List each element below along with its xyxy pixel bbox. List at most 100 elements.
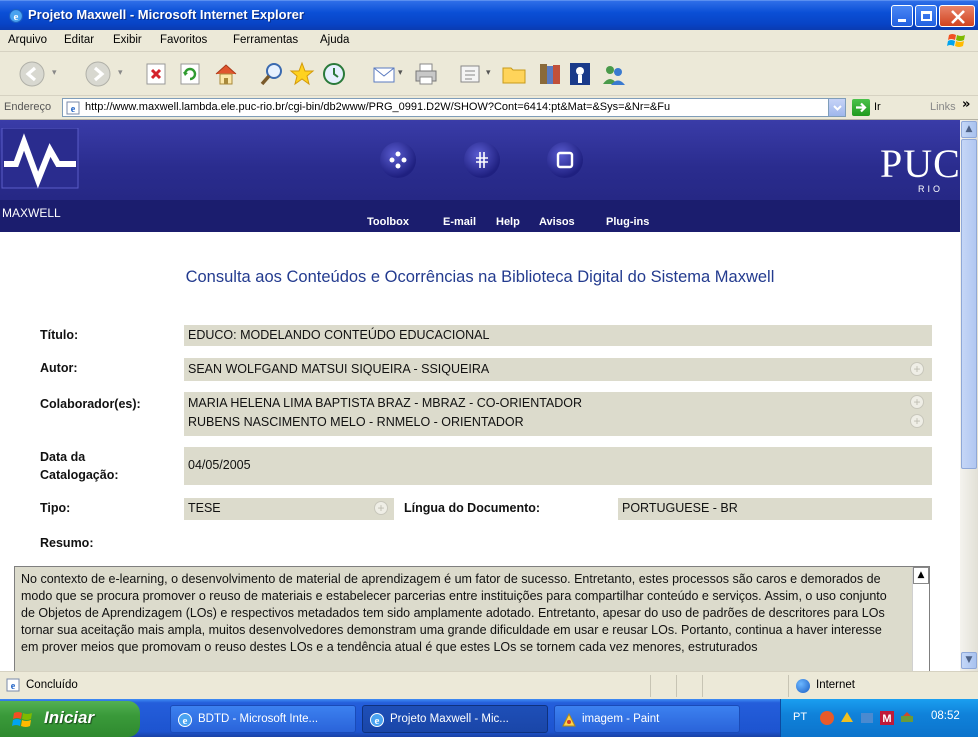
scroll-down-arrow-icon[interactable]: ▼ (961, 652, 977, 669)
links-label[interactable]: Links (930, 101, 956, 113)
folder-icon[interactable] (500, 60, 528, 88)
clock[interactable]: 08:52 (931, 710, 960, 722)
contacts-icon[interactable] (600, 60, 628, 88)
go-label[interactable]: Ir (874, 101, 881, 113)
home-icon[interactable] (212, 60, 240, 88)
colaborador-value-box: MARIA HELENA LIMA BAPTISTA BRAZ - MBRAZ … (184, 392, 932, 436)
messenger-tray-icon[interactable]: M (879, 710, 895, 726)
plus-icon[interactable]: + (910, 395, 924, 409)
search-icon[interactable] (258, 60, 286, 88)
forward-dropdown-icon[interactable]: ▾ (118, 68, 123, 78)
edit-icon[interactable] (456, 60, 484, 88)
go-button[interactable] (852, 99, 870, 116)
menu-arquivo[interactable]: Arquivo (8, 34, 47, 46)
back-dropdown-icon[interactable]: ▾ (52, 68, 57, 78)
nav-plugins[interactable]: Plug-ins (606, 216, 649, 228)
start-button[interactable]: Iniciar (0, 701, 140, 737)
svg-text:e: e (183, 715, 188, 727)
colaborador-value-2[interactable]: RUBENS NASCIMENTO MELO - RNMELO - ORIENT… (188, 415, 524, 429)
nav-help[interactable]: Help (496, 216, 520, 228)
taskbar-item-paint[interactable]: imagem - Paint (554, 705, 740, 733)
maxwell-banner: MAXWELL Toolbox E-mail Help Avisos Plug-… (0, 120, 960, 232)
address-input[interactable]: e http://www.maxwell.lambda.ele.puc-rio.… (62, 98, 846, 117)
language-indicator[interactable]: PT (793, 711, 807, 723)
audio-icon[interactable] (819, 710, 835, 726)
messenger-icon[interactable] (566, 60, 594, 88)
nav-email[interactable]: E-mail (443, 216, 476, 228)
window-title-bar[interactable]: e Projeto Maxwell - Microsoft Internet E… (0, 0, 978, 30)
history-icon[interactable] (320, 60, 348, 88)
windows-flag-icon (947, 34, 965, 47)
tipo-value[interactable]: TESE (188, 501, 221, 515)
resumo-scrollbar[interactable]: ▲ (912, 567, 929, 671)
address-dropdown-button[interactable] (828, 99, 845, 116)
taskbar: Iniciar e BDTD - Microsoft Inte... e Pro… (0, 699, 978, 737)
address-url: http://www.maxwell.lambda.ele.puc-rio.br… (85, 101, 671, 113)
autor-value[interactable]: SEAN WOLFGAND MATSUI SIQUEIRA - SSIQUEIR… (188, 362, 489, 376)
help-icon[interactable] (547, 142, 583, 178)
colaborador-value-1[interactable]: MARIA HELENA LIMA BAPTISTA BRAZ - MBRAZ … (188, 396, 582, 410)
antivirus-icon[interactable] (859, 710, 875, 726)
rio-logo-text: RIO (918, 184, 944, 194)
go-icon (856, 102, 867, 113)
menu-ajuda[interactable]: Ajuda (320, 34, 349, 46)
mail-dropdown-icon[interactable]: ▾ (398, 68, 403, 78)
research-icon[interactable] (536, 60, 564, 88)
puc-logo-text[interactable]: PUC (880, 140, 960, 187)
data-catalogacao-value-box: 04/05/2005 (184, 447, 932, 485)
menu-exibir[interactable]: Exibir (113, 34, 142, 46)
svg-text:e: e (375, 715, 380, 727)
refresh-icon[interactable] (176, 60, 204, 88)
links-chevron-icon[interactable]: » (962, 97, 970, 112)
help-glyph-icon (556, 151, 574, 169)
email-icon[interactable] (464, 142, 500, 178)
ie-icon: e (370, 713, 384, 727)
scroll-thumb[interactable] (961, 139, 977, 469)
toolbox-glyph-icon (389, 151, 407, 169)
status-bar: e Concluído Internet (0, 671, 978, 699)
page-scrollbar[interactable]: ▲ ▼ (960, 120, 978, 671)
status-divider (676, 675, 677, 697)
address-label: Endereço (4, 101, 52, 113)
edit-dropdown-icon[interactable]: ▾ (486, 68, 491, 78)
print-icon[interactable] (412, 60, 440, 88)
back-icon[interactable] (18, 60, 46, 88)
plus-icon[interactable]: + (910, 362, 924, 376)
resumo-label: Resumo: (40, 536, 94, 550)
favorites-icon[interactable] (288, 60, 316, 88)
menu-ferramentas[interactable]: Ferramentas (233, 34, 298, 46)
tipo-label: Tipo: (40, 501, 71, 515)
toolbox-icon[interactable] (380, 142, 416, 178)
nav-avisos[interactable]: Avisos (539, 216, 575, 228)
taskbar-item-bdtd[interactable]: e BDTD - Microsoft Inte... (170, 705, 356, 733)
taskbar-item-maxwell[interactable]: e Projeto Maxwell - Mic... (362, 705, 548, 733)
resumo-textarea[interactable]: No contexto de e-learning, o desenvolvim… (14, 566, 930, 671)
stop-icon[interactable] (142, 60, 170, 88)
plus-icon[interactable]: + (910, 414, 924, 428)
minimize-icon (898, 19, 906, 22)
safely-remove-icon[interactable] (899, 710, 915, 726)
data-catalogacao-label-line2: Catalogação: (40, 468, 119, 482)
maxwell-logo-icon[interactable] (0, 128, 82, 190)
mail-icon[interactable] (370, 60, 398, 88)
system-tray: PT M 08:52 (780, 699, 978, 737)
scroll-up-arrow-icon[interactable]: ▲ (961, 121, 977, 138)
page-heading: Consulta aos Conteúdos e Ocorrências na … (185, 268, 775, 286)
lingua-label: Língua do Documento: (404, 501, 541, 515)
scroll-up-icon[interactable]: ▲ (913, 567, 929, 584)
taskbar-item-label: Projeto Maxwell - Mic... (390, 713, 509, 725)
menu-editar[interactable]: Editar (64, 34, 94, 46)
maximize-button[interactable] (915, 5, 937, 27)
close-button[interactable] (939, 5, 975, 27)
minimize-button[interactable] (891, 5, 913, 27)
network-icon[interactable] (839, 710, 855, 726)
maxwell-label[interactable]: MAXWELL (2, 206, 61, 220)
security-zone-text: Internet (816, 679, 855, 691)
nav-toolbox[interactable]: Toolbox (367, 216, 409, 228)
svg-text:M: M (882, 713, 891, 725)
lingua-value-box: PORTUGUESE - BR (618, 498, 932, 520)
forward-icon[interactable] (84, 60, 112, 88)
autor-value-box: SEAN WOLFGAND MATSUI SIQUEIRA - SSIQUEIR… (184, 358, 932, 381)
menu-favoritos[interactable]: Favoritos (160, 34, 207, 46)
plus-icon[interactable]: + (374, 501, 388, 515)
